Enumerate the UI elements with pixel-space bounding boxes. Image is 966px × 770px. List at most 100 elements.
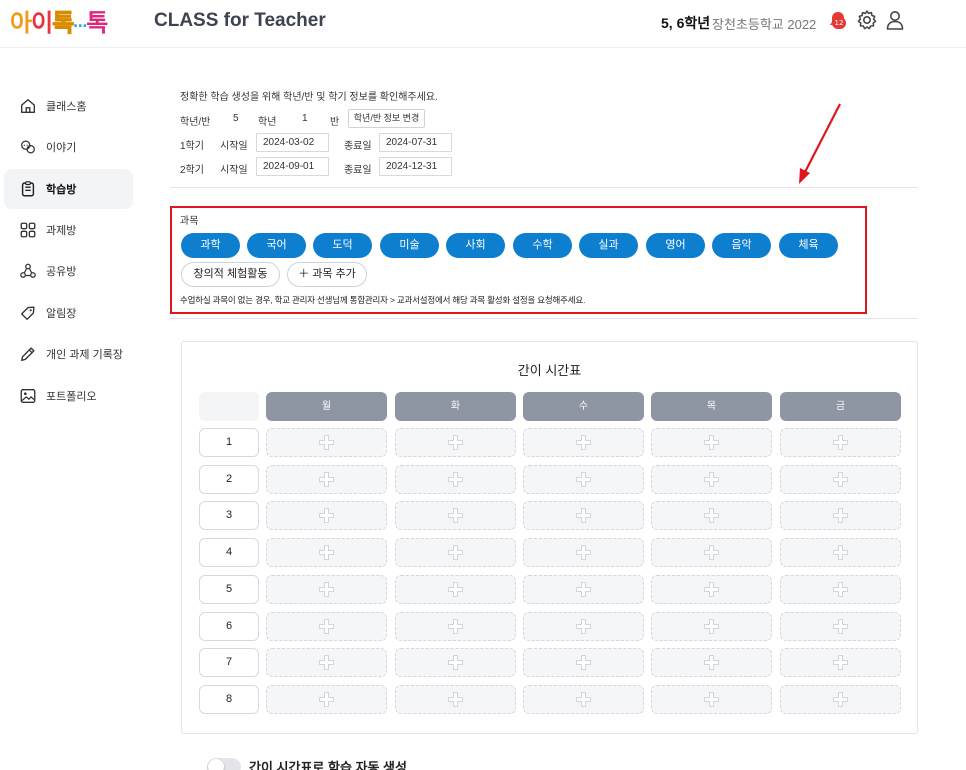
timetable-slot[interactable] (523, 612, 644, 641)
subject-chip[interactable]: 체육 (779, 233, 838, 258)
sidebar-item-share-room[interactable]: 공유방 (4, 251, 133, 291)
timetable-slot[interactable] (523, 648, 644, 677)
plus-icon (704, 472, 719, 487)
timetable-slot[interactable] (780, 685, 901, 714)
sidebar-item-personal-record[interactable]: 개인 과제 기록장 (4, 334, 133, 374)
timetable-slot[interactable] (523, 575, 644, 604)
timetable-slot[interactable] (266, 428, 387, 457)
semester-1-end-input[interactable]: 2024-07-31 (379, 133, 452, 152)
plus-icon (576, 435, 591, 450)
plus-icon (319, 655, 334, 670)
timetable-slot[interactable] (395, 538, 516, 567)
school-label: 장천초등학교 2022 (712, 17, 817, 32)
plus-icon (704, 582, 719, 597)
timetable-slot[interactable] (651, 575, 772, 604)
timetable-corner-cell (199, 392, 259, 421)
sidebar-item-label: 공유방 (46, 266, 77, 278)
timetable-slot[interactable] (395, 465, 516, 494)
toggle-knob (208, 758, 224, 770)
timetable-slot[interactable] (651, 538, 772, 567)
plus-icon (576, 655, 591, 670)
timetable-slot[interactable] (395, 428, 516, 457)
subject-chip[interactable]: 음악 (712, 233, 771, 258)
timetable-slot[interactable] (780, 648, 901, 677)
timetable-slot[interactable] (266, 575, 387, 604)
timetable-slot[interactable] (523, 465, 644, 494)
subject-chip[interactable]: 영어 (646, 233, 705, 258)
subject-chip[interactable]: 국어 (247, 233, 306, 258)
timetable-slot[interactable] (395, 648, 516, 677)
app-logo[interactable]: 아 이 톡 … 톡 (10, 4, 108, 42)
change-grade-class-button[interactable]: 학년/반 정보 변경 (348, 109, 425, 128)
sidebar-item-assignment-room[interactable]: 과제방 (4, 210, 133, 250)
logo-char-3: 톡 (52, 9, 75, 37)
timetable-slot[interactable] (523, 685, 644, 714)
semester-1-start-input[interactable]: 2024-03-02 (256, 133, 329, 152)
timetable-slot[interactable] (780, 501, 901, 530)
semester-2-end-input[interactable]: 2024-12-31 (379, 157, 452, 176)
plus-icon (833, 435, 848, 450)
sidebar-item-notice[interactable]: 알림장 (4, 293, 133, 333)
auto-generate-row: 간이 시간표로 학습 자동 생성 (207, 757, 407, 770)
notification-count-badge: 12 (832, 17, 846, 29)
subject-chip[interactable]: 사회 (446, 233, 505, 258)
plus-icon (833, 619, 848, 634)
user-icon[interactable] (884, 9, 906, 31)
subject-chip[interactable]: 실과 (579, 233, 638, 258)
sidebar-item-story[interactable]: 이야기 (4, 127, 133, 167)
image-icon (18, 386, 38, 406)
sidebar-item-class-home[interactable]: 클래스홈 (4, 86, 133, 126)
timetable-slot[interactable] (651, 428, 772, 457)
subject-chip[interactable]: 수학 (513, 233, 572, 258)
subject-chip-creative-activity[interactable]: 창의적 체험활동 (181, 262, 280, 287)
timetable-slot[interactable] (651, 685, 772, 714)
timetable-slot[interactable] (780, 465, 901, 494)
subject-chip[interactable]: 과학 (181, 233, 240, 258)
timetable-slot[interactable] (651, 612, 772, 641)
timetable-slot[interactable] (266, 538, 387, 567)
timetable-slot[interactable] (780, 612, 901, 641)
timetable-slot[interactable] (780, 538, 901, 567)
sidebar-item-learning-room[interactable]: 학습방 (4, 169, 133, 209)
timetable-slot[interactable] (266, 612, 387, 641)
auto-generate-toggle[interactable] (207, 757, 241, 770)
subject-chip[interactable]: 도덕 (313, 233, 372, 258)
timetable-slot[interactable] (651, 465, 772, 494)
timetable-slot[interactable] (780, 575, 901, 604)
timetable-slot[interactable] (266, 648, 387, 677)
add-subject-button[interactable]: ＋ 과목 추가 (287, 262, 367, 287)
gear-icon[interactable] (856, 9, 878, 31)
class-unit-label: 반 (330, 117, 340, 128)
plus-icon (704, 508, 719, 523)
timetable-slot[interactable] (523, 538, 644, 567)
plus-icon (319, 692, 334, 707)
subject-chip[interactable]: 미술 (380, 233, 439, 258)
top-header: 아 이 톡 … 톡 CLASS for Teacher 5, 6학년 장천초등학… (0, 0, 966, 48)
timetable-slot[interactable] (266, 501, 387, 530)
timetable-slot[interactable] (395, 501, 516, 530)
timetable-slot[interactable] (395, 685, 516, 714)
chat-icon (18, 137, 38, 157)
timetable-slot[interactable] (651, 648, 772, 677)
home-icon (18, 96, 38, 116)
red-arrow-annotation (799, 103, 841, 184)
app-title: CLASS for Teacher (154, 10, 326, 31)
semester-1-start-label: 시작일 (220, 141, 248, 152)
timetable-slot[interactable] (395, 612, 516, 641)
timetable-period-label: 7 (199, 648, 259, 677)
timetable-slot[interactable] (395, 575, 516, 604)
timetable-period-label: 2 (199, 465, 259, 494)
timetable-slot[interactable] (266, 685, 387, 714)
timetable-period-label: 3 (199, 501, 259, 530)
plus-icon (833, 472, 848, 487)
semester-2-label: 2학기 (180, 165, 204, 176)
plus-icon (833, 545, 848, 560)
timetable-slot[interactable] (523, 501, 644, 530)
timetable-slot[interactable] (523, 428, 644, 457)
timetable-slot[interactable] (266, 465, 387, 494)
timetable-slot[interactable] (780, 428, 901, 457)
semester-2-start-input[interactable]: 2024-09-01 (256, 157, 329, 176)
sidebar-item-portfolio[interactable]: 포트폴리오 (4, 376, 133, 416)
timetable-slot[interactable] (651, 501, 772, 530)
plus-icon (704, 655, 719, 670)
